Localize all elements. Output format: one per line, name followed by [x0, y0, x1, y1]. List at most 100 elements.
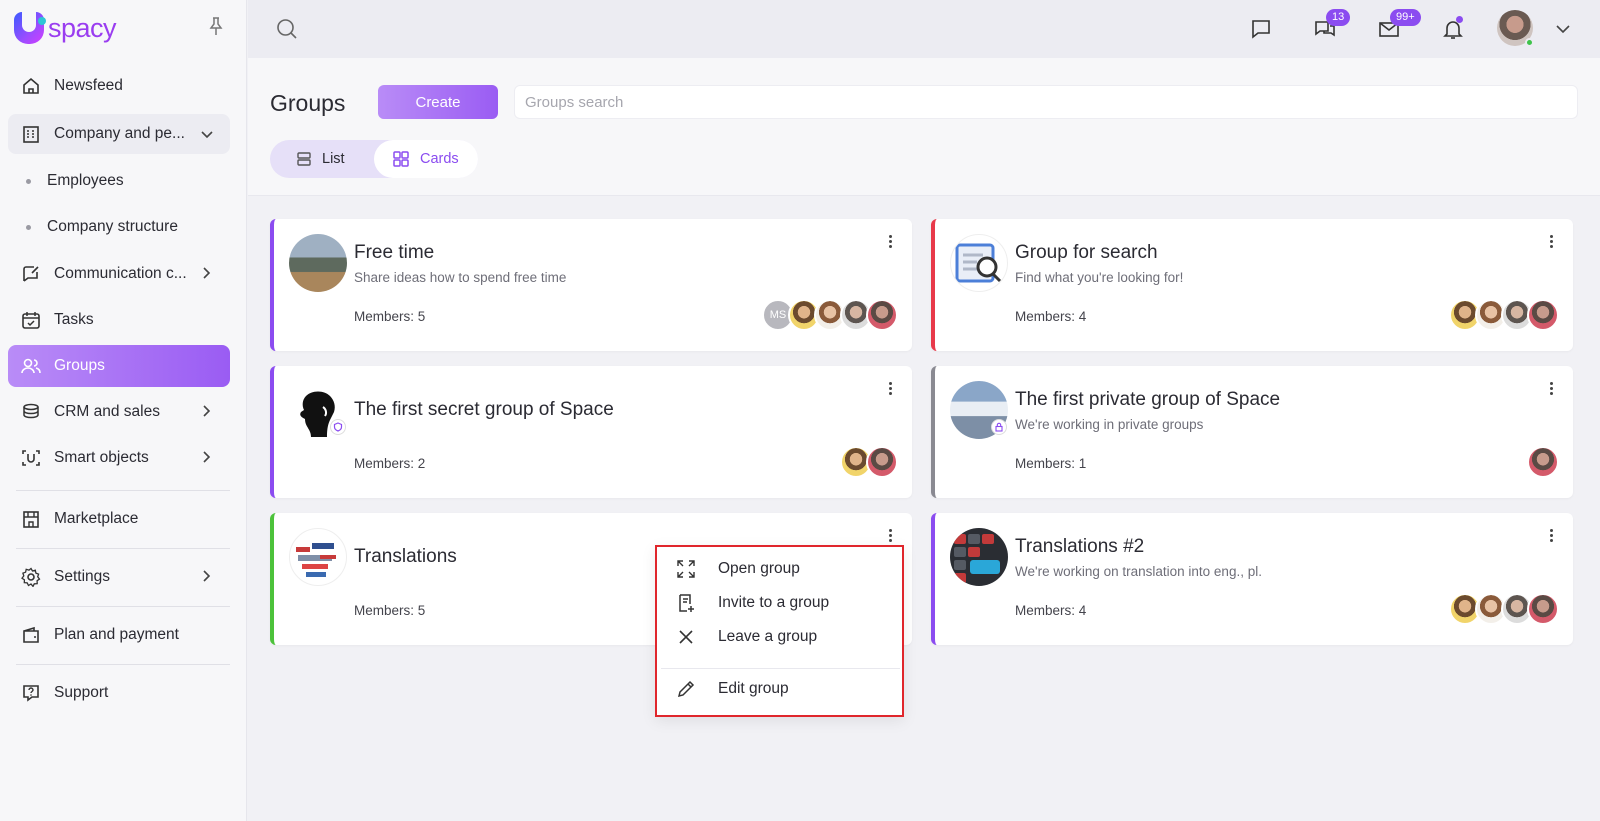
- messages-icon[interactable]: 13: [1312, 9, 1351, 42]
- menu-item-label: Invite to a group: [718, 594, 830, 611]
- group-image: [950, 528, 1008, 586]
- chevron-down-icon[interactable]: [1550, 16, 1576, 42]
- member-avatars: [1449, 299, 1559, 331]
- menu-divider: [661, 668, 900, 669]
- sidebar-item-company[interactable]: Company and pe...: [8, 114, 230, 154]
- group-members-count: Members: 4: [1015, 309, 1087, 324]
- sidebar-item-crm[interactable]: CRM and sales: [8, 392, 230, 432]
- bell-icon[interactable]: [1440, 16, 1466, 42]
- user-avatar[interactable]: [1497, 10, 1534, 47]
- more-options-icon[interactable]: [882, 527, 898, 543]
- member-avatars: [1449, 593, 1559, 625]
- logo-dot: [38, 17, 46, 25]
- avatar[interactable]: [1527, 446, 1559, 478]
- menu-item-label: Edit group: [718, 680, 789, 697]
- group-card[interactable]: Free time Share ideas how to spend free …: [270, 219, 912, 351]
- pencil-icon: [675, 678, 697, 700]
- chat-icon[interactable]: [1248, 16, 1274, 42]
- notification-dot: [1456, 16, 1463, 23]
- sidebar-item-company-structure[interactable]: Company structure: [26, 218, 178, 236]
- help-icon: [20, 682, 42, 704]
- sidebar-item-support[interactable]: Support: [8, 673, 230, 713]
- sidebar-item-label: Groups: [54, 357, 105, 374]
- member-avatars: [1527, 446, 1559, 478]
- group-image: [289, 528, 347, 586]
- sidebar-item-communication[interactable]: Communication c...: [8, 254, 230, 294]
- sidebar-item-groups[interactable]: Groups: [8, 345, 230, 387]
- search-icon[interactable]: [274, 16, 300, 42]
- group-members-count: Members: 5: [354, 603, 426, 618]
- more-options-icon[interactable]: [882, 233, 898, 249]
- group-description: We're working in private groups: [1015, 417, 1204, 432]
- app-logo[interactable]: spacy: [14, 12, 117, 44]
- avatar[interactable]: [1527, 593, 1559, 625]
- sidebar-item-label: Marketplace: [54, 510, 139, 527]
- sidebar-item-label: Smart objects: [54, 449, 149, 466]
- view-list-label: List: [322, 151, 345, 167]
- avatar[interactable]: [1527, 299, 1559, 331]
- sidebar-item-marketplace[interactable]: Marketplace: [8, 499, 230, 539]
- group-name[interactable]: Group for search: [1015, 242, 1158, 264]
- more-options-icon[interactable]: [1543, 233, 1559, 249]
- group-description: We're working on translation into eng., …: [1015, 564, 1262, 579]
- group-name[interactable]: The first secret group of Space: [354, 399, 614, 421]
- bullet: [26, 178, 31, 184]
- sidebar-item-label: Newsfeed: [54, 77, 123, 94]
- chevron-right-icon: [198, 266, 216, 282]
- view-list-button[interactable]: List: [270, 140, 374, 178]
- group-image: [289, 234, 347, 292]
- group-card[interactable]: The first secret group of Space Members:…: [270, 366, 912, 498]
- more-options-icon[interactable]: [882, 380, 898, 396]
- group-name[interactable]: The first private group of Space: [1015, 389, 1280, 411]
- avatar[interactable]: [866, 299, 898, 331]
- menu-item-label: Leave a group: [718, 628, 818, 645]
- sidebar-item-newsfeed[interactable]: Newsfeed: [8, 66, 230, 106]
- group-name[interactable]: Translations: [354, 546, 457, 568]
- more-options-icon[interactable]: [1543, 380, 1559, 396]
- bullet: [26, 224, 31, 230]
- chevron-right-icon: [198, 404, 216, 420]
- view-toggle: List Cards: [270, 140, 478, 178]
- group-name[interactable]: Free time: [354, 242, 434, 264]
- shield-icon: [330, 419, 346, 435]
- view-cards-button[interactable]: Cards: [374, 140, 478, 178]
- group-context-menu: Open group Invite to a group Leave a gro…: [655, 545, 904, 717]
- menu-item-edit[interactable]: Edit group: [675, 674, 789, 704]
- sidebar: spacy Newsfeed Company and pe... Employe…: [0, 0, 247, 821]
- avatar[interactable]: [866, 446, 898, 478]
- create-button[interactable]: Create: [378, 85, 498, 119]
- online-indicator: [1525, 38, 1534, 47]
- chevron-right-icon: [198, 569, 216, 585]
- menu-item-open-group[interactable]: Open group: [675, 554, 800, 584]
- page-header: Groups Create List Cards: [248, 58, 1600, 196]
- pin-icon[interactable]: [208, 16, 224, 36]
- group-card[interactable]: The first private group of Space We're w…: [931, 366, 1573, 498]
- group-card[interactable]: Translations #2 We're working on transla…: [931, 513, 1573, 645]
- sidebar-item-settings[interactable]: Settings: [8, 557, 230, 597]
- group-description: Find what you're looking for!: [1015, 270, 1184, 285]
- menu-item-leave[interactable]: Leave a group: [675, 622, 817, 652]
- list-icon: [296, 151, 312, 167]
- communication-icon: [20, 263, 42, 285]
- chevron-right-icon: [198, 450, 216, 466]
- sidebar-item-label: Employees: [47, 172, 124, 189]
- member-avatars: [840, 446, 898, 478]
- divider: [16, 490, 230, 491]
- sidebar-item-employees[interactable]: Employees: [26, 172, 124, 190]
- sidebar-item-label: Settings: [54, 568, 111, 585]
- smart-objects-icon: [20, 447, 42, 469]
- more-options-icon[interactable]: [1543, 527, 1559, 543]
- mail-icon[interactable]: 99+: [1376, 9, 1421, 42]
- sidebar-item-smart-objects[interactable]: Smart objects: [8, 438, 230, 478]
- group-card[interactable]: Group for search Find what you're lookin…: [931, 219, 1573, 351]
- sidebar-item-tasks[interactable]: Tasks: [8, 300, 230, 340]
- menu-item-invite[interactable]: Invite to a group: [675, 588, 829, 618]
- groups-search-input[interactable]: [514, 85, 1578, 119]
- page-title: Groups: [270, 90, 346, 116]
- group-name[interactable]: Translations #2: [1015, 536, 1144, 558]
- group-members-count: Members: 4: [1015, 603, 1087, 618]
- sidebar-item-plan[interactable]: Plan and payment: [8, 615, 230, 655]
- grid-icon: [392, 150, 410, 168]
- chevron-down-icon: [198, 126, 216, 142]
- coins-icon: [20, 401, 42, 423]
